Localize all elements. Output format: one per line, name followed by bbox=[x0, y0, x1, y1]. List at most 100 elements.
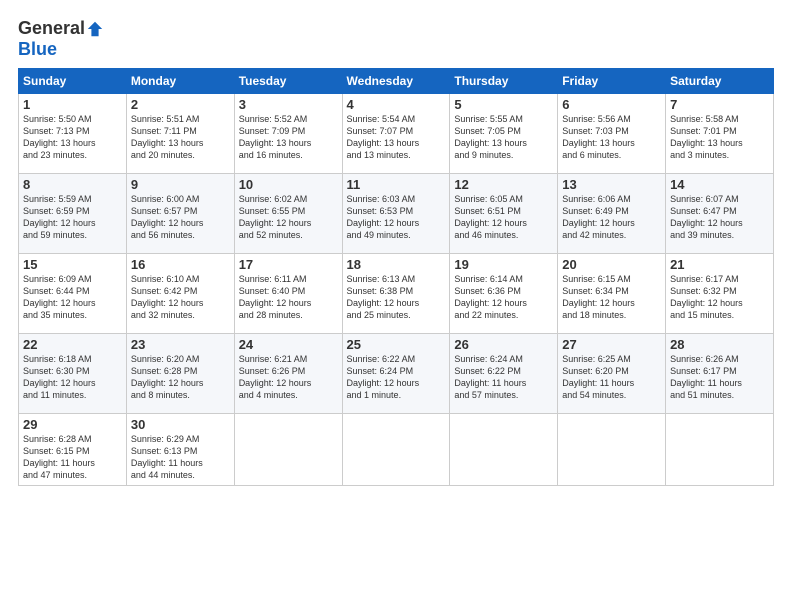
calendar-cell: 13Sunrise: 6:06 AM Sunset: 6:49 PM Dayli… bbox=[558, 174, 666, 254]
day-info: Sunrise: 6:07 AM Sunset: 6:47 PM Dayligh… bbox=[670, 193, 769, 242]
day-info: Sunrise: 5:59 AM Sunset: 6:59 PM Dayligh… bbox=[23, 193, 122, 242]
calendar-cell: 30Sunrise: 6:29 AM Sunset: 6:13 PM Dayli… bbox=[126, 414, 234, 486]
day-info: Sunrise: 6:09 AM Sunset: 6:44 PM Dayligh… bbox=[23, 273, 122, 322]
day-number: 28 bbox=[670, 337, 769, 352]
day-number: 20 bbox=[562, 257, 661, 272]
calendar-cell bbox=[450, 414, 558, 486]
calendar-cell: 7Sunrise: 5:58 AM Sunset: 7:01 PM Daylig… bbox=[666, 94, 774, 174]
day-number: 2 bbox=[131, 97, 230, 112]
day-number: 25 bbox=[347, 337, 446, 352]
day-info: Sunrise: 5:50 AM Sunset: 7:13 PM Dayligh… bbox=[23, 113, 122, 162]
day-number: 29 bbox=[23, 417, 122, 432]
day-info: Sunrise: 6:05 AM Sunset: 6:51 PM Dayligh… bbox=[454, 193, 553, 242]
day-number: 22 bbox=[23, 337, 122, 352]
calendar-cell: 17Sunrise: 6:11 AM Sunset: 6:40 PM Dayli… bbox=[234, 254, 342, 334]
calendar-cell: 5Sunrise: 5:55 AM Sunset: 7:05 PM Daylig… bbox=[450, 94, 558, 174]
calendar-cell: 25Sunrise: 6:22 AM Sunset: 6:24 PM Dayli… bbox=[342, 334, 450, 414]
calendar-cell: 11Sunrise: 6:03 AM Sunset: 6:53 PM Dayli… bbox=[342, 174, 450, 254]
weekday-header: Tuesday bbox=[234, 69, 342, 94]
day-info: Sunrise: 6:17 AM Sunset: 6:32 PM Dayligh… bbox=[670, 273, 769, 322]
weekday-header: Wednesday bbox=[342, 69, 450, 94]
day-number: 11 bbox=[347, 177, 446, 192]
day-info: Sunrise: 6:26 AM Sunset: 6:17 PM Dayligh… bbox=[670, 353, 769, 402]
logo-icon bbox=[86, 20, 104, 38]
calendar-cell: 28Sunrise: 6:26 AM Sunset: 6:17 PM Dayli… bbox=[666, 334, 774, 414]
weekday-header: Monday bbox=[126, 69, 234, 94]
day-info: Sunrise: 6:13 AM Sunset: 6:38 PM Dayligh… bbox=[347, 273, 446, 322]
header: General Blue bbox=[18, 18, 774, 60]
day-number: 7 bbox=[670, 97, 769, 112]
calendar-cell: 15Sunrise: 6:09 AM Sunset: 6:44 PM Dayli… bbox=[19, 254, 127, 334]
calendar-cell: 18Sunrise: 6:13 AM Sunset: 6:38 PM Dayli… bbox=[342, 254, 450, 334]
day-info: Sunrise: 6:11 AM Sunset: 6:40 PM Dayligh… bbox=[239, 273, 338, 322]
day-number: 9 bbox=[131, 177, 230, 192]
calendar-cell: 14Sunrise: 6:07 AM Sunset: 6:47 PM Dayli… bbox=[666, 174, 774, 254]
calendar-cell: 9Sunrise: 6:00 AM Sunset: 6:57 PM Daylig… bbox=[126, 174, 234, 254]
calendar-cell: 20Sunrise: 6:15 AM Sunset: 6:34 PM Dayli… bbox=[558, 254, 666, 334]
calendar-cell: 19Sunrise: 6:14 AM Sunset: 6:36 PM Dayli… bbox=[450, 254, 558, 334]
day-info: Sunrise: 6:15 AM Sunset: 6:34 PM Dayligh… bbox=[562, 273, 661, 322]
day-info: Sunrise: 6:10 AM Sunset: 6:42 PM Dayligh… bbox=[131, 273, 230, 322]
day-info: Sunrise: 6:06 AM Sunset: 6:49 PM Dayligh… bbox=[562, 193, 661, 242]
calendar-cell: 23Sunrise: 6:20 AM Sunset: 6:28 PM Dayli… bbox=[126, 334, 234, 414]
calendar-cell: 24Sunrise: 6:21 AM Sunset: 6:26 PM Dayli… bbox=[234, 334, 342, 414]
calendar-cell: 27Sunrise: 6:25 AM Sunset: 6:20 PM Dayli… bbox=[558, 334, 666, 414]
weekday-header: Thursday bbox=[450, 69, 558, 94]
weekday-header: Saturday bbox=[666, 69, 774, 94]
day-info: Sunrise: 6:20 AM Sunset: 6:28 PM Dayligh… bbox=[131, 353, 230, 402]
day-number: 26 bbox=[454, 337, 553, 352]
calendar-cell: 26Sunrise: 6:24 AM Sunset: 6:22 PM Dayli… bbox=[450, 334, 558, 414]
day-number: 10 bbox=[239, 177, 338, 192]
day-number: 16 bbox=[131, 257, 230, 272]
day-info: Sunrise: 6:03 AM Sunset: 6:53 PM Dayligh… bbox=[347, 193, 446, 242]
day-number: 12 bbox=[454, 177, 553, 192]
day-number: 13 bbox=[562, 177, 661, 192]
logo-general-text: General bbox=[18, 18, 85, 39]
logo: General Blue bbox=[18, 18, 104, 60]
day-number: 8 bbox=[23, 177, 122, 192]
day-info: Sunrise: 6:22 AM Sunset: 6:24 PM Dayligh… bbox=[347, 353, 446, 402]
day-number: 4 bbox=[347, 97, 446, 112]
calendar-cell: 22Sunrise: 6:18 AM Sunset: 6:30 PM Dayli… bbox=[19, 334, 127, 414]
calendar-cell: 21Sunrise: 6:17 AM Sunset: 6:32 PM Dayli… bbox=[666, 254, 774, 334]
day-number: 17 bbox=[239, 257, 338, 272]
calendar-cell bbox=[342, 414, 450, 486]
weekday-header: Friday bbox=[558, 69, 666, 94]
day-info: Sunrise: 6:29 AM Sunset: 6:13 PM Dayligh… bbox=[131, 433, 230, 482]
calendar-cell: 1Sunrise: 5:50 AM Sunset: 7:13 PM Daylig… bbox=[19, 94, 127, 174]
day-info: Sunrise: 5:58 AM Sunset: 7:01 PM Dayligh… bbox=[670, 113, 769, 162]
day-number: 14 bbox=[670, 177, 769, 192]
calendar-cell: 2Sunrise: 5:51 AM Sunset: 7:11 PM Daylig… bbox=[126, 94, 234, 174]
day-info: Sunrise: 6:18 AM Sunset: 6:30 PM Dayligh… bbox=[23, 353, 122, 402]
day-info: Sunrise: 5:55 AM Sunset: 7:05 PM Dayligh… bbox=[454, 113, 553, 162]
calendar-cell: 3Sunrise: 5:52 AM Sunset: 7:09 PM Daylig… bbox=[234, 94, 342, 174]
day-number: 18 bbox=[347, 257, 446, 272]
day-info: Sunrise: 6:02 AM Sunset: 6:55 PM Dayligh… bbox=[239, 193, 338, 242]
calendar-cell bbox=[558, 414, 666, 486]
calendar-cell: 8Sunrise: 5:59 AM Sunset: 6:59 PM Daylig… bbox=[19, 174, 127, 254]
day-info: Sunrise: 5:52 AM Sunset: 7:09 PM Dayligh… bbox=[239, 113, 338, 162]
calendar-table: SundayMondayTuesdayWednesdayThursdayFrid… bbox=[18, 68, 774, 486]
day-number: 1 bbox=[23, 97, 122, 112]
day-number: 23 bbox=[131, 337, 230, 352]
day-number: 5 bbox=[454, 97, 553, 112]
day-number: 19 bbox=[454, 257, 553, 272]
calendar-cell: 29Sunrise: 6:28 AM Sunset: 6:15 PM Dayli… bbox=[19, 414, 127, 486]
day-info: Sunrise: 6:28 AM Sunset: 6:15 PM Dayligh… bbox=[23, 433, 122, 482]
calendar-cell bbox=[666, 414, 774, 486]
day-number: 24 bbox=[239, 337, 338, 352]
day-info: Sunrise: 6:21 AM Sunset: 6:26 PM Dayligh… bbox=[239, 353, 338, 402]
calendar-cell: 10Sunrise: 6:02 AM Sunset: 6:55 PM Dayli… bbox=[234, 174, 342, 254]
day-number: 30 bbox=[131, 417, 230, 432]
day-number: 27 bbox=[562, 337, 661, 352]
calendar-page: General Blue SundayMondayTuesdayWednesda… bbox=[0, 0, 792, 612]
day-number: 21 bbox=[670, 257, 769, 272]
calendar-cell: 16Sunrise: 6:10 AM Sunset: 6:42 PM Dayli… bbox=[126, 254, 234, 334]
calendar-cell: 6Sunrise: 5:56 AM Sunset: 7:03 PM Daylig… bbox=[558, 94, 666, 174]
day-info: Sunrise: 6:00 AM Sunset: 6:57 PM Dayligh… bbox=[131, 193, 230, 242]
weekday-header: Sunday bbox=[19, 69, 127, 94]
day-info: Sunrise: 6:14 AM Sunset: 6:36 PM Dayligh… bbox=[454, 273, 553, 322]
logo-blue-text: Blue bbox=[18, 39, 57, 60]
calendar-cell: 12Sunrise: 6:05 AM Sunset: 6:51 PM Dayli… bbox=[450, 174, 558, 254]
day-info: Sunrise: 5:54 AM Sunset: 7:07 PM Dayligh… bbox=[347, 113, 446, 162]
